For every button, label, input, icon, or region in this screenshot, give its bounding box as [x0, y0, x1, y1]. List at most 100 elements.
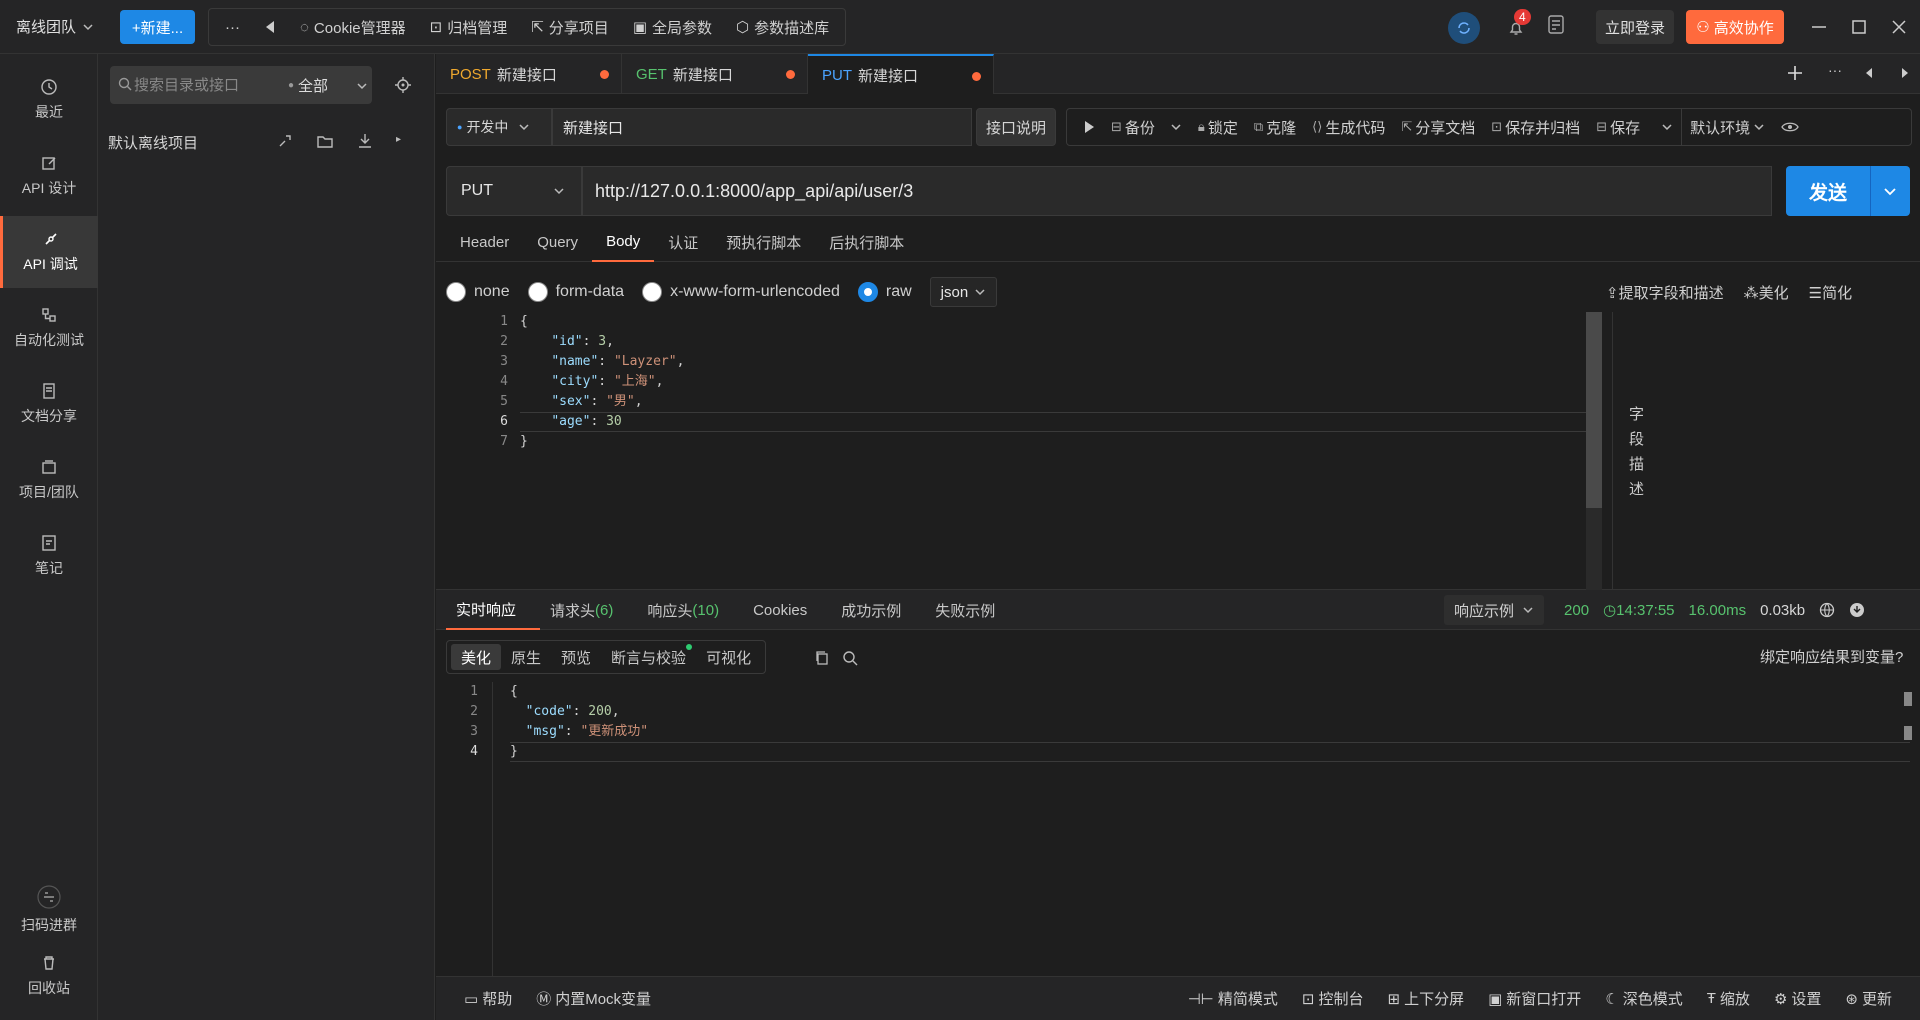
api-desc-button[interactable]: 接口说明	[976, 108, 1056, 146]
tab-body[interactable]: Body	[592, 222, 655, 262]
collapse-button[interactable]	[254, 11, 286, 43]
api-name-input[interactable]	[553, 109, 971, 145]
compact-mode-button[interactable]: ⊣⊢ 精简模式	[1176, 988, 1290, 1009]
tab-cookies[interactable]: Cookies	[743, 590, 831, 630]
new-button[interactable]: +新建...	[120, 10, 195, 44]
mock-vars-button[interactable]: Ⓜ 内置Mock变量	[524, 988, 663, 1009]
tab-put[interactable]: PUT 新建接口	[808, 54, 994, 94]
tab-fail-example[interactable]: 失败示例	[925, 590, 1019, 630]
update-button[interactable]: ⊛ 更新	[1833, 988, 1904, 1009]
url-input[interactable]	[583, 167, 1771, 215]
generate-code-button[interactable]: ⟨⟩ 生成代码	[1304, 109, 1393, 145]
param-desc-lib-button[interactable]: ⬡ 参数描述库	[726, 11, 839, 43]
scrollbar-thumb[interactable]	[1904, 692, 1912, 706]
split-button[interactable]: ⊞ 上下分屏	[1375, 988, 1476, 1009]
method-select[interactable]: PUT	[446, 166, 582, 216]
raw-format-select[interactable]: json	[929, 277, 998, 307]
view-raw[interactable]: 原生	[501, 644, 551, 670]
archive-manager-button[interactable]: ⊡ 归档管理	[420, 11, 518, 43]
rail-item-api-design[interactable]: API 设计	[0, 140, 98, 212]
view-visualize[interactable]: 可视化	[696, 644, 761, 670]
radio-form-data[interactable]: form-data	[527, 282, 624, 302]
add-api-icon[interactable]	[276, 132, 294, 150]
clone-button[interactable]: ⧉ 克隆	[1246, 109, 1304, 145]
rail-item-doc-share[interactable]: 文档分享	[0, 368, 98, 440]
rail-item-scan[interactable]: 扫码进群	[0, 874, 98, 946]
import-icon[interactable]	[356, 132, 374, 150]
save-archive-button[interactable]: ⊡ 保存并归档	[1483, 109, 1588, 145]
beautify-button[interactable]: ⁂美化	[1744, 282, 1789, 303]
dark-mode-button[interactable]: ☾ 深色模式	[1593, 988, 1694, 1009]
view-beautify[interactable]: 美化	[451, 644, 502, 670]
new-window-button[interactable]: ▣ 新窗口打开	[1476, 988, 1593, 1009]
tab-next-icon[interactable]	[1900, 67, 1910, 79]
zoom-button[interactable]: Ŧ 缩放	[1695, 988, 1762, 1009]
tab-post-script[interactable]: 后执行脚本	[815, 222, 918, 262]
tab-auth[interactable]: 认证	[654, 222, 712, 262]
send-button[interactable]: 发送	[1786, 166, 1910, 216]
rail-item-recent[interactable]: 最近	[0, 64, 98, 136]
tab-prev-icon[interactable]	[1864, 67, 1874, 79]
tab-post[interactable]: POST 新建接口	[436, 54, 622, 94]
tree-search-input[interactable]	[134, 66, 274, 104]
radio-raw[interactable]: raw	[857, 282, 912, 302]
radio-urlencoded[interactable]: x-www-form-urlencoded	[642, 282, 840, 302]
rail-item-api-debug[interactable]: API 调试	[0, 216, 98, 288]
more-button[interactable]: ···	[215, 11, 250, 43]
minimize-icon[interactable]	[1808, 16, 1830, 38]
search-icon[interactable]	[842, 650, 858, 666]
lock-button[interactable]: 🔒︎ 锁定	[1190, 109, 1246, 145]
global-params-button[interactable]: ▣ 全局参数	[623, 11, 722, 43]
locate-icon[interactable]	[394, 76, 412, 94]
radio-none[interactable]: none	[446, 282, 510, 302]
rail-item-project-team[interactable]: 项目/团队	[0, 444, 98, 516]
tab-response-headers[interactable]: 响应头 (10)	[637, 590, 743, 630]
notes-icon[interactable]	[1546, 14, 1566, 36]
add-folder-icon[interactable]	[316, 132, 334, 150]
globe-icon[interactable]	[1819, 602, 1835, 618]
collab-button[interactable]: ⚇ 高效协作	[1686, 10, 1784, 44]
rail-item-trash[interactable]: 回收站	[0, 940, 98, 1012]
extract-fields-button[interactable]: ⇪提取字段和描述	[1606, 282, 1724, 303]
settings-button[interactable]: ⚙ 设置	[1762, 988, 1833, 1009]
console-button[interactable]: ⊡ 控制台	[1290, 988, 1376, 1009]
tab-success-example[interactable]: 成功示例	[831, 590, 925, 630]
add-tab-icon[interactable]	[1786, 64, 1804, 82]
eye-button[interactable]	[1773, 109, 1807, 145]
tab-pre-script[interactable]: 预执行脚本	[712, 222, 815, 262]
copy-icon[interactable]	[814, 650, 830, 666]
team-selector[interactable]: 离线团队	[16, 16, 94, 37]
response-body-viewer[interactable]: 1234 { "code": 200, "msg": "更新成功"}	[436, 682, 1920, 988]
login-button[interactable]: 立即登录	[1596, 10, 1674, 44]
expand-arrow-icon[interactable]: ▸	[396, 134, 401, 145]
editor-scrollbar[interactable]	[1586, 312, 1602, 590]
response-example-select[interactable]: 响应示例	[1444, 595, 1545, 625]
rail-item-notes[interactable]: 笔记	[0, 520, 98, 592]
download-icon[interactable]	[1849, 602, 1865, 618]
view-preview[interactable]: 预览	[551, 644, 601, 670]
request-body-editor[interactable]: 1234567 { "id": 3, "name": "Layzer", "ci…	[436, 312, 1920, 590]
share-project-button[interactable]: ⇱ 分享项目	[521, 11, 619, 43]
save-button[interactable]: ⊟ 保存	[1588, 109, 1681, 145]
tab-request-headers[interactable]: 请求头 (6)	[540, 590, 637, 630]
status-select[interactable]: ● 开发中	[446, 108, 552, 146]
scrollbar-thumb[interactable]	[1586, 312, 1602, 508]
tree-project-item[interactable]: 默认离线项目	[108, 132, 198, 153]
tab-get[interactable]: GET 新建接口	[622, 54, 808, 94]
scope-select[interactable]: ● 全部	[288, 75, 368, 96]
close-icon[interactable]	[1888, 16, 1910, 38]
chevron-down-icon[interactable]	[1871, 184, 1909, 198]
sync-button[interactable]	[1448, 12, 1480, 44]
share-doc-button[interactable]: ⇱ 分享文档	[1393, 109, 1483, 145]
rail-item-auto-test[interactable]: 自动化测试	[0, 292, 98, 364]
tab-live-response[interactable]: 实时响应	[446, 590, 541, 630]
tab-more-icon[interactable]: ···	[1828, 62, 1842, 78]
backup-button[interactable]: ⊟ 备份	[1103, 109, 1190, 145]
cookie-manager-button[interactable]: ◌ Cookie管理器	[290, 11, 416, 43]
bind-variable-link[interactable]: 绑定响应结果到变量?	[1760, 646, 1903, 667]
tab-query[interactable]: Query	[523, 222, 592, 262]
field-desc-panel-toggle[interactable]: 字 段 描 述	[1612, 312, 1660, 590]
help-button[interactable]: ▭ 帮助	[452, 988, 524, 1009]
env-select[interactable]: 默认环境	[1681, 109, 1773, 145]
maximize-icon[interactable]	[1848, 16, 1870, 38]
